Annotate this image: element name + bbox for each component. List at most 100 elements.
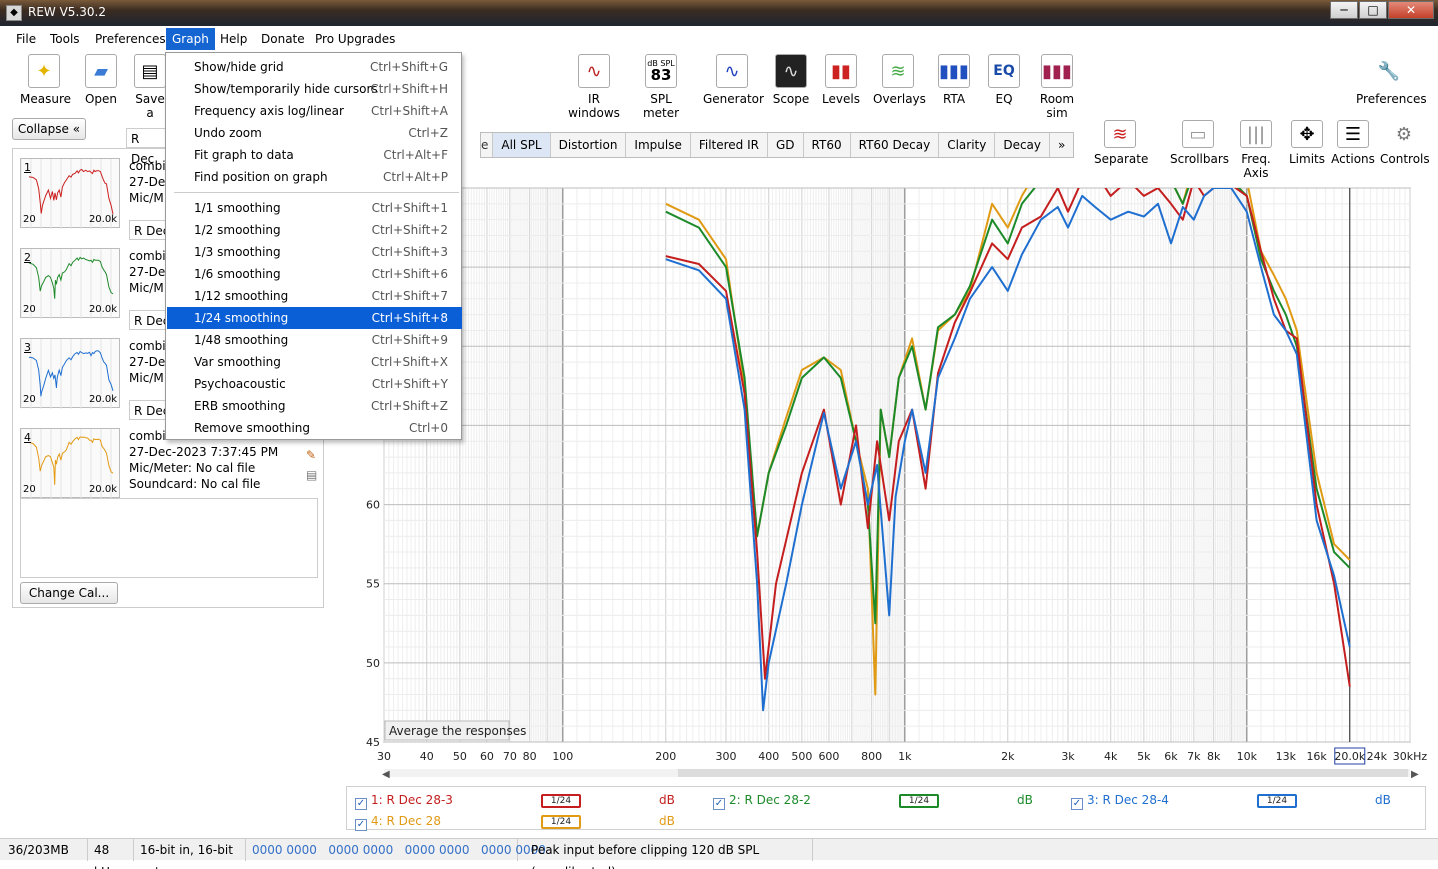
legend-checkbox[interactable]: ✓ [713,798,725,810]
tab-decay[interactable]: Decay [995,133,1051,157]
graph-menu-item[interactable]: Fit graph to data Ctrl+Alt+F [167,144,462,166]
graph-menu-item[interactable]: Show/hide grid Ctrl+Shift+G [167,56,462,78]
room-sim-button[interactable]: ▮▮▮ Room sim [1028,54,1086,120]
thumbnail-xmax: 20.0k [88,214,117,225]
notes-icon[interactable]: ▤ [306,468,317,482]
graph-menu-item[interactable]: Psychoacoustic Ctrl+Shift+Y [167,373,462,395]
graph-menu-item[interactable]: ERB smoothing Ctrl+Shift+Z [167,395,462,417]
menu-tools[interactable]: Tools [44,28,86,50]
menu-help[interactable]: Help [214,28,253,50]
menu-donate[interactable]: Donate [255,28,311,50]
tab-more-button[interactable]: » [1050,133,1073,157]
menu-item-shortcut: Ctrl+Shift+1 [371,201,448,215]
graph-menu-item[interactable]: Remove smoothing Ctrl+0 [167,417,462,439]
eq-button[interactable]: EQ EQ [986,54,1022,106]
save-button[interactable]: ▤ Save a [133,54,167,120]
x-tick-label: 16k [1306,750,1327,763]
menu-item-label: Remove smoothing [194,421,311,435]
measurement-thumbnail[interactable]: 3 20 20.0k [20,338,120,409]
title-bar: ◆ REW V5.30.2 ─ □ ✕ [0,0,1438,26]
close-button[interactable]: ✕ [1388,1,1434,19]
tab-distortion[interactable]: Distortion [551,133,627,157]
y-tick-label: 50 [366,657,380,670]
preferences-button[interactable]: 🔧 Preferences [1356,54,1427,107]
graph-menu-item[interactable]: 1/12 smoothing Ctrl+Shift+7 [167,285,462,307]
measurement-thumbnail[interactable]: 4 20 20.0k [20,428,120,499]
generator-button[interactable]: ∿ Generator [703,54,764,106]
ir-windows-button[interactable]: ∿ IR windows [562,54,626,120]
graph-menu-item[interactable]: 1/48 smoothing Ctrl+Shift+9 [167,329,462,351]
window-title: REW V5.30.2 [28,5,106,19]
minimize-button[interactable]: ─ [1330,1,1358,19]
graph-menu-item[interactable]: Var smoothing Ctrl+Shift+X [167,351,462,373]
open-button[interactable]: ▰ Open [82,54,120,106]
rta-button[interactable]: ▮▮▮ RTA [936,54,972,106]
menu-item-shortcut: Ctrl+Shift+A [371,104,448,118]
tab-filtered-ir[interactable]: Filtered IR [691,133,768,157]
tab-rt60[interactable]: RT60 [804,133,851,157]
tab-all-spl[interactable]: All SPL [493,133,551,157]
measurement-thumbnail[interactable]: 1 20 20.0k [20,158,120,229]
graph-menu-item[interactable]: 1/3 smoothing Ctrl+Shift+3 [167,241,462,263]
scope-button[interactable]: ∿ Scope [771,54,811,106]
spl-meter-button[interactable]: dB SPL 83 SPL meter [632,54,690,120]
menu-preferences[interactable]: Preferences [89,28,172,50]
rta-label: RTA [942,92,966,106]
tab-partial[interactable]: e [481,133,494,157]
menu-separator [174,192,459,193]
edit-icon[interactable]: ✎ [306,448,316,462]
legend-entry[interactable]: ✓ 1: R Dec 28-3 [355,793,453,810]
menu-pro-upgrades[interactable]: Pro Upgrades [309,28,401,50]
graph-menu-item[interactable]: 1/2 smoothing Ctrl+Shift+2 [167,219,462,241]
graph-menu-item[interactable]: Find position on graph Ctrl+Alt+P [167,166,462,188]
menu-item-shortcut: Ctrl+Shift+7 [371,289,448,303]
graph-menu-item[interactable]: 1/6 smoothing Ctrl+Shift+6 [167,263,462,285]
graph-menu-item[interactable]: Frequency axis log/linear Ctrl+Shift+A [167,100,462,122]
menu-file[interactable]: File [10,28,42,50]
change-cal-button[interactable]: Change Cal... [20,582,118,604]
graph-menu-item[interactable]: Show/temporarily hide cursors Ctrl+Shift+… [167,78,462,100]
legend-checkbox[interactable]: ✓ [1071,798,1083,810]
x-tick-label: 40 [420,750,434,763]
menu-graph[interactable]: Graph [166,28,215,50]
x-tick-label: 24k [1367,750,1388,763]
legend-entry[interactable]: ✓ 2: R Dec 28-2 [713,793,811,810]
tab-clarity[interactable]: Clarity [939,133,996,157]
measurement-thumbnail[interactable]: 2 20 20.0k [20,248,120,319]
average-responses-button[interactable]: Average the responses [389,724,526,738]
measurement-selector[interactable]: R Dec [126,128,166,166]
measurement-name: combi [129,429,166,443]
legend-entry[interactable]: ✓ 3: R Dec 28-4 [1071,793,1169,810]
legend-entry[interactable]: ✓ 4: R Dec 28 [355,814,441,831]
tab-impulse[interactable]: Impulse [626,133,691,157]
spl-graph[interactable]: 30 40 50 60 70 80 100 200 300 400 500 600 800 1k 2k 3k 4… [345,160,1438,785]
legend-smoothing[interactable]: 1/24 [541,794,581,808]
notes-area[interactable] [20,498,318,578]
overlays-icon: ≋ [882,54,914,88]
legend-unit: dB [1017,793,1033,807]
graph-menu-item[interactable]: Undo zoom Ctrl+Z [167,122,462,144]
legend-smoothing[interactable]: 1/24 [1257,794,1297,808]
legend-smoothing[interactable]: 1/24 [541,815,581,829]
maximize-button[interactable]: □ [1359,1,1387,19]
measure-button[interactable]: ✦ Measure [20,54,71,106]
legend-checkbox[interactable]: ✓ [355,798,367,810]
legend-checkbox[interactable]: ✓ [355,819,367,831]
graph-menu-item[interactable]: 1/24 smoothing Ctrl+Shift+8 [167,307,462,329]
legend-unit: dB [659,793,675,807]
save-label: Save a [135,92,165,120]
menu-item-label: 1/6 smoothing [194,267,281,281]
overlays-button[interactable]: ≋ Overlays [873,54,926,106]
wrench-icon: 🔧 [1377,60,1401,82]
collapse-button[interactable]: Collapse « [12,118,86,140]
x-tick-label: 10k [1237,750,1258,763]
legend-smoothing[interactable]: 1/24 [899,794,939,808]
levels-button[interactable]: ▮▮ Levels [821,54,861,106]
input-levels: 0000 0000 0000 0000 0000 0000 0000 0000 [246,839,546,861]
y-tick-label: 45 [366,736,380,749]
tab-rt60-decay[interactable]: RT60 Decay [851,133,940,157]
preferences-label: Preferences [1356,92,1427,106]
graph-menu-item[interactable]: 1/1 smoothing Ctrl+Shift+1 [167,197,462,219]
tab-gd[interactable]: GD [768,133,804,157]
mic-cal-status: Mic/M [129,371,164,385]
